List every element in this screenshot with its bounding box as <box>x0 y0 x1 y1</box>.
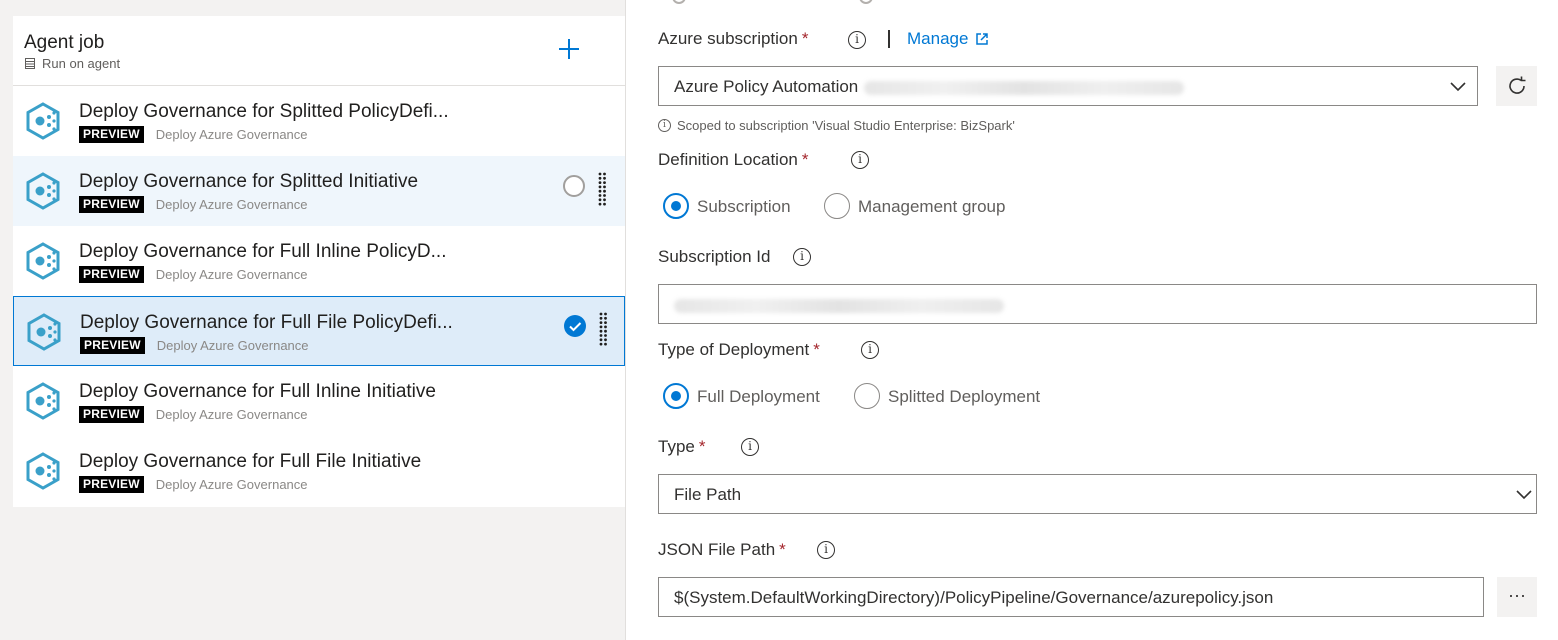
definition-location-label: Definition Location * <box>658 150 809 169</box>
task-list-panel: Agent job Run on agent Deploy Governance… <box>0 0 625 640</box>
plus-icon <box>559 39 579 59</box>
task-meta: PREVIEW Deploy Azure Governance <box>80 337 309 354</box>
add-task-button[interactable] <box>556 36 582 62</box>
preview-badge: PREVIEW <box>79 476 144 493</box>
task-meta: PREVIEW Deploy Azure Governance <box>79 406 308 423</box>
task-row[interactable]: Deploy Governance for Full File PolicyDe… <box>13 296 625 366</box>
radio-splitted-deployment-label: Splitted Deployment <box>888 387 1041 406</box>
task-row[interactable]: Deploy Governance for Splitted PolicyDef… <box>13 86 625 156</box>
task-name: Deploy Governance for Full Inline Initia… <box>79 381 436 402</box>
task-name: Deploy Governance for Full File PolicyDe… <box>80 312 453 333</box>
manage-link[interactable]: Manage <box>907 29 989 49</box>
agent-job-subtitle: Run on agent <box>25 56 120 71</box>
task-row[interactable]: Deploy Governance for Full Inline Policy… <box>13 226 625 296</box>
json-file-path-label: JSON File Path * <box>658 540 786 559</box>
redacted-text <box>864 80 1185 95</box>
task-row[interactable]: Deploy Governance for Splitted Initiativ… <box>13 156 625 226</box>
azure-governance-task-icon <box>26 242 60 280</box>
azure-governance-task-icon <box>26 382 60 420</box>
preview-badge: PREVIEW <box>79 196 144 213</box>
checkmark-icon <box>569 322 582 332</box>
task-meta: PREVIEW Deploy Azure Governance <box>79 266 308 283</box>
task-meta: PREVIEW Deploy Azure Governance <box>79 196 308 213</box>
radio-management-group[interactable] <box>824 193 850 219</box>
json-file-path-input[interactable]: $(System.DefaultWorkingDirectory)/Policy… <box>658 577 1484 617</box>
radio-full-deployment[interactable] <box>663 383 689 409</box>
drag-handle-icon[interactable] <box>598 311 608 347</box>
radio-management-group-label: Management group <box>858 197 1006 216</box>
server-icon <box>25 58 35 69</box>
azure-governance-task-icon <box>27 313 61 351</box>
task-name: Deploy Governance for Full File Initiati… <box>79 451 422 472</box>
chevron-down-icon <box>1516 490 1532 500</box>
info-icon[interactable]: i <box>741 438 759 456</box>
type-value: File Path <box>674 485 742 504</box>
type-dropdown[interactable]: File Path <box>658 474 1537 514</box>
task-subtitle: Deploy Azure Governance <box>155 407 308 422</box>
radio-full-deployment-label: Full Deployment <box>697 387 820 406</box>
preview-badge: PREVIEW <box>79 266 144 283</box>
type-of-deployment-label: Type of Deployment * <box>658 340 820 359</box>
agent-job-title: Agent job <box>24 32 105 53</box>
task-subtitle: Deploy Azure Governance <box>155 477 308 492</box>
azure-subscription-dropdown[interactable]: Azure Policy Automation <box>658 66 1478 106</box>
type-label: Type * <box>658 437 706 456</box>
separator <box>888 30 890 48</box>
azure-subscription-value: Azure Policy Automation <box>674 77 1185 97</box>
task-name: Deploy Governance for Full Inline Policy… <box>79 241 447 262</box>
info-icon: i <box>658 119 671 132</box>
info-icon[interactable]: i <box>848 31 866 49</box>
subscription-id-label: Subscription Id <box>658 247 771 266</box>
preview-badge: PREVIEW <box>79 406 144 423</box>
task-name: Deploy Governance for Splitted PolicyDef… <box>79 101 449 122</box>
task-row[interactable]: Deploy Governance for Full Inline Initia… <box>13 366 625 436</box>
refresh-icon <box>1509 76 1526 94</box>
radio-splitted-deployment[interactable] <box>854 383 880 409</box>
agent-job-card: Agent job Run on agent Deploy Governance… <box>13 16 625 507</box>
info-icon[interactable]: i <box>861 341 879 359</box>
task-name: Deploy Governance for Splitted Initiativ… <box>79 171 419 192</box>
task-subtitle: Deploy Azure Governance <box>155 197 308 212</box>
task-select-checkbox-checked[interactable] <box>564 315 586 337</box>
browse-button[interactable]: ··· <box>1497 577 1537 617</box>
preview-badge: PREVIEW <box>80 337 145 354</box>
subscription-scope-hint: i Scoped to subscription 'Visual Studio … <box>658 118 1015 133</box>
agent-job-header[interactable]: Agent job Run on agent <box>13 16 625 86</box>
task-subtitle: Deploy Azure Governance <box>155 267 308 282</box>
radio-subscription[interactable] <box>663 193 689 219</box>
info-icon[interactable]: i <box>793 248 811 266</box>
redacted-text <box>674 298 1004 313</box>
chevron-down-icon <box>1450 82 1466 92</box>
task-subtitle: Deploy Azure Governance <box>156 338 309 353</box>
azure-governance-task-icon <box>26 172 60 210</box>
radio-subscription-label: Subscription <box>697 197 791 216</box>
preview-badge: PREVIEW <box>79 126 144 143</box>
drag-handle-icon[interactable] <box>597 171 607 207</box>
azure-subscription-label: Azure subscription * <box>658 29 809 48</box>
task-meta: PREVIEW Deploy Azure Governance <box>79 476 308 493</box>
azure-governance-task-icon <box>26 452 60 490</box>
task-row[interactable]: Deploy Governance for Full File Initiati… <box>13 436 625 506</box>
external-link-icon <box>976 33 989 45</box>
task-meta: PREVIEW Deploy Azure Governance <box>79 126 308 143</box>
agent-job-subtitle-text: Run on agent <box>42 56 121 71</box>
subscription-id-input[interactable] <box>658 284 1537 324</box>
refresh-button[interactable] <box>1496 66 1537 106</box>
azure-governance-task-icon <box>26 102 60 140</box>
info-icon[interactable]: i <box>817 541 835 559</box>
task-subtitle: Deploy Azure Governance <box>155 127 308 142</box>
info-icon[interactable]: i <box>851 151 869 169</box>
task-select-checkbox[interactable] <box>563 175 585 197</box>
json-file-path-value: $(System.DefaultWorkingDirectory)/Policy… <box>674 588 1274 607</box>
